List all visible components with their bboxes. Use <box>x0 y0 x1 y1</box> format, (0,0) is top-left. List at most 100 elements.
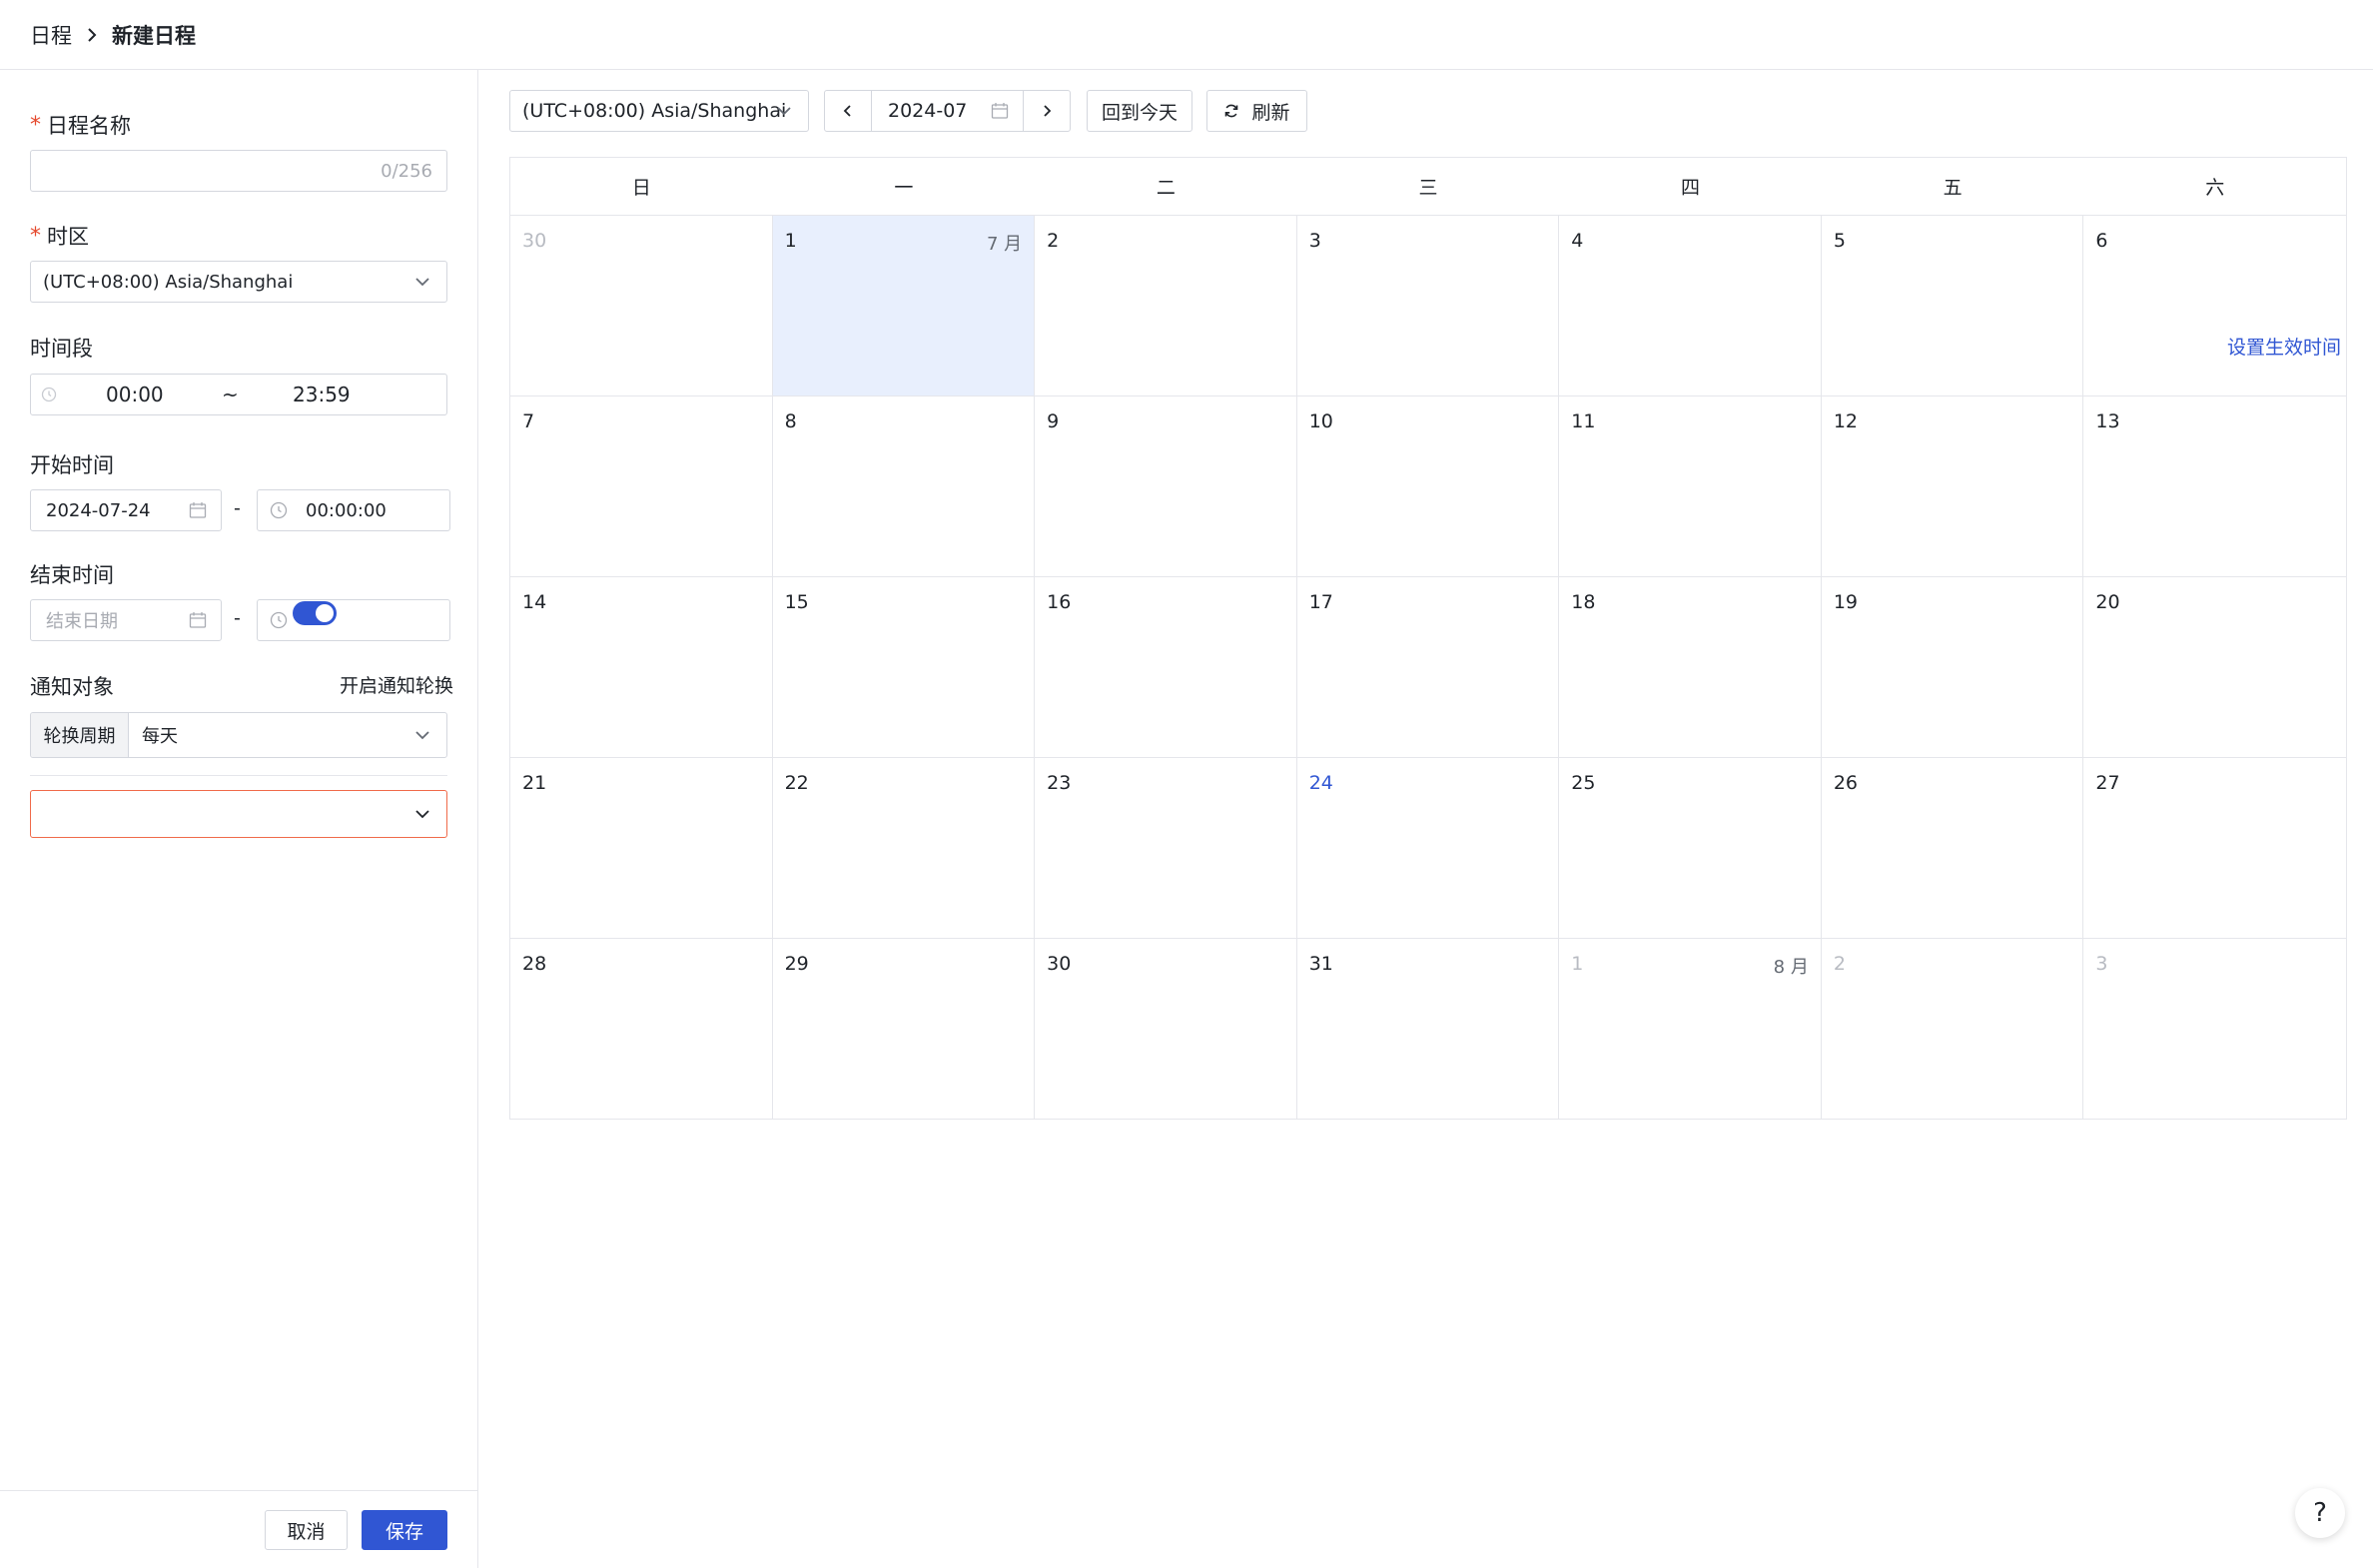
calendar-day-cell[interactable]: 14 <box>510 577 773 758</box>
day-number: 21 <box>522 772 547 794</box>
day-number: 20 <box>2095 591 2120 613</box>
calendar-day-cell[interactable]: 1 8 月 <box>1559 939 1822 1120</box>
start-date-picker[interactable]: 2024-07-24 <box>30 489 222 531</box>
day-number: 11 <box>1571 410 1596 432</box>
calendar-day-cell[interactable]: 28 <box>510 939 773 1120</box>
calendar-day-cell[interactable]: 19 <box>1821 577 2084 758</box>
month-picker[interactable]: 2024-07 <box>871 90 1024 132</box>
start-time-picker[interactable]: 00:00:00 <box>257 489 450 531</box>
calendar-day-cell[interactable]: 2 <box>1822 939 2084 1120</box>
calendar-day-cell[interactable]: 27 <box>2083 758 2346 939</box>
calendar-day-cell[interactable]: 17 <box>1296 577 1560 758</box>
weekday-label: 日 <box>631 177 651 199</box>
calendar-day-cell[interactable]: 30 <box>1035 939 1297 1120</box>
timezone-select[interactable]: (UTC+08:00) Asia/Shanghai <box>30 261 447 303</box>
calendar-day-cell[interactable]: 30 <box>510 216 773 396</box>
next-month-button[interactable] <box>1023 90 1071 132</box>
notify-rotation-label: 开启通知轮换 <box>340 675 454 697</box>
calendar-day-cell[interactable]: 7 <box>510 396 773 577</box>
day-number: 16 <box>1047 591 1072 613</box>
day-number: 24 <box>1308 772 1333 794</box>
month-calendar: 日一二三四五六 30 1 7 月 2 3 4 5 6 7 8 9 10 11 12 13 14 15 16 17 18… <box>509 157 2347 1120</box>
day-number: 18 <box>1571 591 1596 613</box>
weekday-label: 五 <box>1943 177 1963 199</box>
day-number: 10 <box>1308 410 1333 432</box>
weekday-header: 日一二三四五六 <box>510 158 2346 216</box>
calendar-day-cell[interactable]: 13 <box>2083 396 2346 577</box>
end-date-picker[interactable]: 结束日期 <box>30 599 222 641</box>
day-number: 3 <box>2095 953 2108 975</box>
save-button[interactable]: 保存 <box>362 1510 447 1550</box>
weekday-label: 一 <box>894 177 914 199</box>
range-end: 23:59 <box>293 383 351 406</box>
calendar-day-cell[interactable]: 20 <box>2083 577 2346 758</box>
day-number: 3 <box>1308 230 1321 252</box>
day-number: 13 <box>2095 410 2120 432</box>
day-number: 8 <box>784 410 797 432</box>
refresh-icon <box>1225 104 1238 118</box>
chevron-right-icon <box>72 27 112 43</box>
calendar-day-cell[interactable]: 18 <box>1559 577 1822 758</box>
calendar-icon <box>189 502 207 518</box>
calendar-day-cell[interactable]: 5 <box>1821 216 2084 396</box>
calendar-day-cell[interactable]: 6 <box>2083 216 2346 396</box>
page-title: 新建日程 <box>112 23 196 48</box>
calendar-day-cell[interactable]: 3 <box>1296 216 1560 396</box>
calendar-day-cell[interactable]: 31 <box>1297 939 1560 1120</box>
time-range-picker[interactable]: 00:00 ~ 23:59 <box>30 374 447 415</box>
cancel-button[interactable]: 取消 <box>265 1510 348 1550</box>
calendar-grid: 30 1 7 月 2 3 4 5 6 7 8 9 10 11 12 13 14 15 16 17 18 19 20 21 22… <box>510 216 2346 1120</box>
prev-month-button[interactable] <box>824 90 872 132</box>
calendar-timezone-select[interactable]: (UTC+08:00) Asia/Shanghai <box>509 90 809 132</box>
calendar-day-cell[interactable]: 10 <box>1296 396 1560 577</box>
day-number: 27 <box>2095 772 2120 794</box>
name-input[interactable]: 0/256 <box>30 150 447 192</box>
help-button[interactable]: ? <box>2295 1488 2345 1538</box>
chevron-down-icon <box>777 107 791 116</box>
calendar-day-cell[interactable]: 21 <box>510 758 773 939</box>
day-number: 30 <box>1047 953 1072 975</box>
calendar-day-cell[interactable]: 24 <box>1296 758 1560 939</box>
calendar-day-cell[interactable]: 26 <box>1821 758 2084 939</box>
range-separator: ~ <box>222 383 239 406</box>
day-number: 29 <box>784 953 809 975</box>
calendar-day-cell[interactable]: 4 <box>1559 216 1822 396</box>
calendar-day-cell[interactable]: 2 <box>1035 216 1297 396</box>
weekday-label: 二 <box>1156 177 1176 199</box>
start-time-label: 开始时间 <box>30 453 114 477</box>
calendar-day-cell[interactable]: 22 <box>772 758 1036 939</box>
calendar-day-cell[interactable]: 16 <box>1035 577 1297 758</box>
calendar-day-cell[interactable]: 29 <box>773 939 1036 1120</box>
weekday-label: 四 <box>1681 177 1701 199</box>
day-number: 31 <box>1308 953 1333 975</box>
range-start: 00:00 <box>106 383 164 406</box>
calendar-day-cell[interactable]: 15 <box>772 577 1036 758</box>
calendar-day-cell[interactable]: 25 <box>1559 758 1822 939</box>
clock-icon <box>41 387 57 402</box>
rotation-period-select[interactable]: 轮换周期 每天 <box>30 712 447 758</box>
end-time-picker[interactable] <box>257 599 450 641</box>
calendar-day-cell[interactable]: 23 <box>1035 758 1297 939</box>
breadcrumb-parent[interactable]: 日程 <box>30 20 72 50</box>
calendar-day-cell[interactable]: 11 <box>1559 396 1822 577</box>
clock-icon <box>270 501 288 519</box>
notify-target-select[interactable] <box>30 790 447 838</box>
calendar-day-cell[interactable]: 9 <box>1035 396 1297 577</box>
chevron-left-icon <box>843 105 851 117</box>
chevron-down-icon <box>415 731 429 740</box>
notify-rotation-toggle[interactable] <box>293 601 337 625</box>
day-number: 2 <box>1047 230 1060 252</box>
day-number: 1 <box>784 230 797 252</box>
notify-target-label: 通知对象 <box>30 675 114 699</box>
calendar-day-cell[interactable]: 1 7 月 <box>772 216 1036 396</box>
day-number: 9 <box>1047 410 1060 432</box>
calendar-day-cell[interactable]: 8 <box>772 396 1036 577</box>
back-to-today-button[interactable]: 回到今天 <box>1087 90 1192 132</box>
calendar-day-cell[interactable]: 3 <box>2083 939 2346 1120</box>
refresh-button[interactable]: 刷新 <box>1206 90 1307 132</box>
char-counter: 0/256 <box>381 160 432 182</box>
day-number: 14 <box>522 591 547 613</box>
day-number: 26 <box>1833 772 1859 794</box>
day-number: 2 <box>1833 953 1846 975</box>
calendar-day-cell[interactable]: 12 <box>1821 396 2084 577</box>
